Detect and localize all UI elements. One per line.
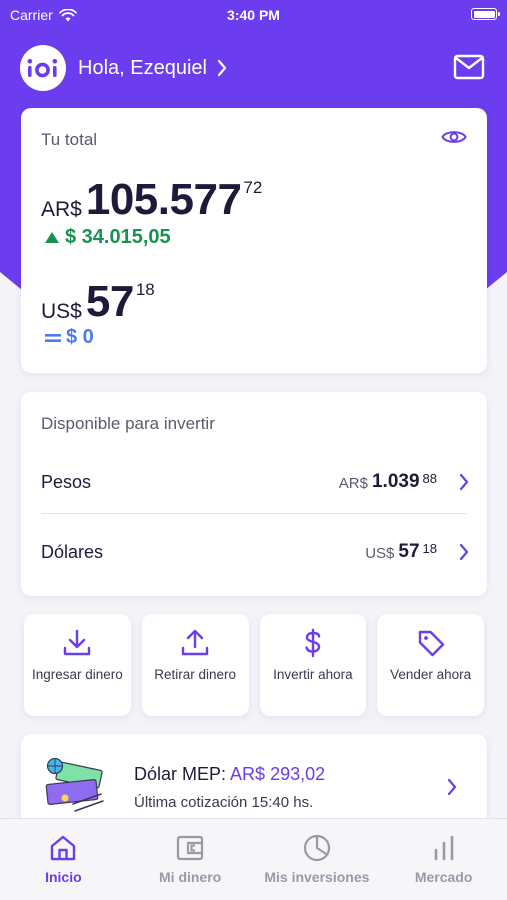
mep-value: AR$ 293,02 <box>230 764 326 784</box>
sell-button[interactable]: Vender ahora <box>377 614 484 716</box>
usd-change: $ 0 <box>45 326 94 349</box>
total-card: Tu total AR$ 105.577 72 $ 34.015,05 US$ … <box>21 108 487 373</box>
available-card: Disponible para invertir Pesos AR$ 1.039… <box>21 392 487 596</box>
tag-icon <box>418 630 444 657</box>
mep-label: Dólar MEP: <box>134 764 227 784</box>
ars-decimals: 72 <box>243 178 263 197</box>
wallet-icon <box>177 835 204 861</box>
usd-total: US$ 57 18 <box>41 278 155 326</box>
usd-integer: 57 <box>85 277 134 326</box>
greeting-link[interactable]: Hola, Ezequiel <box>78 57 227 80</box>
tab-inicio[interactable]: Inicio <box>0 819 127 900</box>
ars-change: $ 34.015,05 <box>45 226 171 249</box>
row-amount: US$ 57 18 <box>365 541 437 562</box>
quick-actions: Ingresar dinero Retirar dinero Invertir … <box>24 614 484 716</box>
dollar-icon <box>305 628 321 658</box>
mep-subtitle: Última cotización 15:40 hs. <box>134 794 314 811</box>
ars-currency: AR$ <box>41 198 82 221</box>
pie-chart-icon <box>303 834 330 862</box>
row-amount: AR$ 1.039 88 <box>338 471 437 492</box>
ars-integer: 105.577 <box>85 175 242 224</box>
available-row-dolares[interactable]: Dólares US$ 57 18 <box>41 524 469 580</box>
row-name: Dólares <box>41 541 104 562</box>
tab-bar: Inicio Mi dinero Mis inversiones Mercado <box>0 818 507 900</box>
deposit-button[interactable]: Ingresar dinero <box>24 614 131 716</box>
status-bar: Carrier 3:40 PM <box>0 0 507 28</box>
mep-title: Dólar MEP: AR$ 293,02 <box>134 764 325 785</box>
available-title: Disponible para invertir <box>41 414 215 433</box>
divider <box>41 513 467 514</box>
battery-icon <box>471 8 500 20</box>
tab-label: Inicio <box>45 869 82 885</box>
invest-button[interactable]: Invertir ahora <box>259 614 367 716</box>
equals-icon <box>45 333 61 342</box>
action-label: Retirar dinero <box>154 667 237 682</box>
bar-chart-icon <box>434 835 453 861</box>
mail-icon[interactable] <box>453 54 485 85</box>
tab-label: Mis inversiones <box>264 869 370 885</box>
usd-decimals: 18 <box>135 280 155 299</box>
triangle-up-icon <box>45 232 59 243</box>
app-logo[interactable] <box>20 45 66 91</box>
chevron-right-icon <box>459 473 469 491</box>
tab-label: Mercado <box>414 869 473 885</box>
tab-mercado[interactable]: Mercado <box>380 819 507 900</box>
chevron-right-icon <box>447 778 457 801</box>
ars-total: AR$ 105.577 72 <box>41 176 262 224</box>
clock: 3:40 PM <box>227 7 280 23</box>
row-name: Pesos <box>41 471 92 492</box>
tab-mis-inversiones[interactable]: Mis inversiones <box>254 819 381 900</box>
app-header: Hola, Ezequiel <box>20 44 487 92</box>
withdraw-button[interactable]: Retirar dinero <box>141 614 249 716</box>
upload-icon <box>181 629 209 656</box>
download-icon <box>64 629 91 656</box>
usd-currency: US$ <box>41 300 82 323</box>
eye-icon[interactable] <box>441 128 467 151</box>
greeting-text: Hola, Ezequiel <box>78 56 207 79</box>
action-label: Invertir ahora <box>273 667 353 682</box>
chevron-right-icon <box>459 543 469 561</box>
total-title: Tu total <box>41 130 98 149</box>
action-label: Ingresar dinero <box>31 667 123 682</box>
money-illustration <box>43 756 107 821</box>
tab-label: Mi dinero <box>159 869 222 885</box>
tab-mi-dinero[interactable]: Mi dinero <box>127 819 254 900</box>
chevron-right-icon <box>217 59 227 77</box>
home-icon <box>51 835 76 861</box>
available-row-pesos[interactable]: Pesos AR$ 1.039 88 <box>41 454 469 510</box>
action-label: Vender ahora <box>390 667 472 682</box>
